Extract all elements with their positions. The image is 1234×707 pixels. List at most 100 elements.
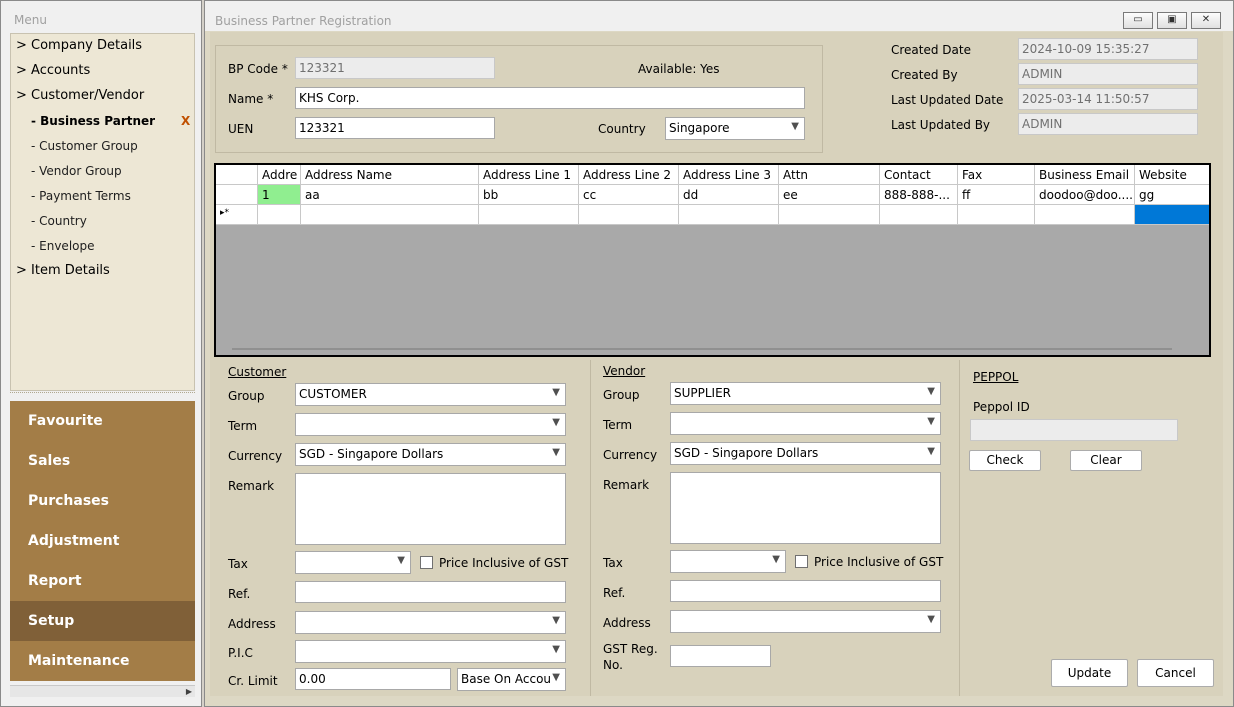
vendor-tax-select[interactable]: ▼: [670, 550, 786, 573]
menu-scrollbar[interactable]: ▶: [10, 685, 195, 697]
customer-term-select[interactable]: ▼: [295, 413, 566, 436]
tree-company-details[interactable]: > Company Details: [16, 38, 142, 53]
module-maintenance[interactable]: Maintenance: [10, 641, 195, 681]
new-cell[interactable]: [579, 205, 679, 225]
col-header-contact[interactable]: Contact: [880, 165, 958, 185]
new-row[interactable]: ▸*: [216, 205, 1209, 225]
col-header-address-line-3[interactable]: Address Line 3: [679, 165, 779, 185]
cell-address-no[interactable]: 1: [258, 185, 301, 205]
module-favourite[interactable]: Favourite: [10, 401, 195, 441]
customer-cr-limit-field[interactable]: 0.00: [295, 668, 451, 690]
col-header-address-name[interactable]: Address Name: [301, 165, 479, 185]
col-header-fax[interactable]: Fax: [958, 165, 1035, 185]
cell-attn[interactable]: ee: [779, 185, 880, 205]
new-cell[interactable]: [479, 205, 579, 225]
peppol-id-label: Peppol ID: [973, 400, 1030, 414]
new-cell[interactable]: [301, 205, 479, 225]
col-header-website[interactable]: Website: [1135, 165, 1209, 185]
vendor-group-select[interactable]: SUPPLIER ▼: [670, 382, 941, 405]
vendor-term-select[interactable]: ▼: [670, 412, 941, 435]
customer-group-value: CUSTOMER: [299, 387, 367, 401]
vendor-address-select[interactable]: ▼: [670, 610, 941, 633]
customer-cr-limit-basis-value: Base On Accou: [461, 672, 552, 686]
vendor-remark-textarea[interactable]: [670, 472, 941, 544]
module-adjustment[interactable]: Adjustment: [10, 521, 195, 561]
peppol-check-button[interactable]: Check: [969, 450, 1041, 471]
window-titlebar[interactable]: Business Partner Registration ▭ ▣ ✕: [205, 1, 1233, 31]
cell-contact[interactable]: 888-888-...: [880, 185, 958, 205]
vendor-ref-field[interactable]: [670, 580, 941, 602]
customer-cr-limit-basis-select[interactable]: Base On Accou ▼: [457, 668, 566, 691]
customer-cr-limit-label: Cr. Limit: [228, 674, 278, 688]
col-header-attn[interactable]: Attn: [779, 165, 880, 185]
bp-code-label: BP Code *: [228, 62, 288, 76]
table-row[interactable]: 1 aa bb cc dd ee 888-888-... ff doodoo@d…: [216, 185, 1209, 205]
maximize-button[interactable]: ▣: [1157, 12, 1187, 29]
cell-address-line-1[interactable]: bb: [479, 185, 579, 205]
customer-remark-textarea[interactable]: [295, 473, 566, 545]
minimize-button[interactable]: ▭: [1123, 12, 1153, 29]
tree-vendor-group[interactable]: - Vendor Group: [31, 164, 122, 178]
tree-business-partner[interactable]: - Business Partner: [31, 114, 155, 128]
tree-envelope[interactable]: - Envelope: [31, 239, 95, 253]
cell-fax[interactable]: ff: [958, 185, 1035, 205]
peppol-clear-button[interactable]: Clear: [1070, 450, 1142, 471]
bp-code-field[interactable]: 123321: [295, 57, 495, 79]
new-cell[interactable]: [679, 205, 779, 225]
name-field[interactable]: KHS Corp.: [295, 87, 805, 109]
menu-splitter[interactable]: [10, 392, 195, 398]
customer-group-select[interactable]: CUSTOMER ▼: [295, 383, 566, 406]
cell-address-name[interactable]: aa: [301, 185, 479, 205]
peppol-id-field[interactable]: [970, 419, 1178, 441]
cell-address-line-3[interactable]: dd: [679, 185, 779, 205]
close-button[interactable]: ✕: [1191, 12, 1221, 29]
address-grid[interactable]: Addre Address Name Address Line 1 Addres…: [214, 163, 1211, 357]
cell-address-line-2[interactable]: cc: [579, 185, 679, 205]
available-status: Available: Yes: [638, 62, 720, 76]
new-cell[interactable]: [258, 205, 301, 225]
last-updated-date-label: Last Updated Date: [891, 93, 1004, 107]
update-button[interactable]: Update: [1051, 659, 1128, 687]
module-purchases[interactable]: Purchases: [10, 481, 195, 521]
created-by-label: Created By: [891, 68, 958, 82]
cancel-button[interactable]: Cancel: [1137, 659, 1214, 687]
tree-country[interactable]: - Country: [31, 214, 87, 228]
selected-cell[interactable]: [1135, 205, 1209, 225]
cell-website[interactable]: gg: [1135, 185, 1209, 205]
new-cell[interactable]: [958, 205, 1035, 225]
customer-ref-field[interactable]: [295, 581, 566, 603]
row-header[interactable]: [216, 185, 258, 205]
customer-pic-select[interactable]: ▼: [295, 640, 566, 663]
tree-customer-vendor[interactable]: > Customer/Vendor: [16, 88, 144, 103]
uen-field[interactable]: 123321: [295, 117, 495, 139]
close-tab-icon[interactable]: X: [181, 114, 190, 128]
tree-item-details[interactable]: > Item Details: [16, 263, 110, 278]
customer-term-label: Term: [228, 419, 258, 433]
chevron-down-icon: ▼: [772, 554, 780, 565]
module-sales[interactable]: Sales: [10, 441, 195, 481]
customer-price-inclusive-checkbox[interactable]: [420, 556, 433, 569]
scroll-right-icon[interactable]: ▶: [186, 687, 192, 696]
customer-currency-select[interactable]: SGD - Singapore Dollars ▼: [295, 443, 566, 466]
country-select[interactable]: Singapore ▼: [665, 117, 805, 140]
customer-tax-select[interactable]: ▼: [295, 551, 411, 574]
tree-accounts[interactable]: > Accounts: [16, 63, 90, 78]
new-cell[interactable]: [880, 205, 958, 225]
customer-address-select[interactable]: ▼: [295, 611, 566, 634]
module-report[interactable]: Report: [10, 561, 195, 601]
module-setup[interactable]: Setup: [10, 601, 195, 641]
new-cell[interactable]: [1035, 205, 1135, 225]
chevron-down-icon: ▼: [791, 121, 799, 132]
col-header-address-no[interactable]: Addre: [258, 165, 301, 185]
vendor-price-inclusive-checkbox[interactable]: [795, 555, 808, 568]
col-header-address-line-1[interactable]: Address Line 1: [479, 165, 579, 185]
grid-horizontal-scrollbar[interactable]: [232, 348, 1172, 350]
vendor-gst-reg-field[interactable]: [670, 645, 771, 667]
col-header-address-line-2[interactable]: Address Line 2: [579, 165, 679, 185]
col-header-business-email[interactable]: Business Email: [1035, 165, 1135, 185]
cell-business-email[interactable]: doodoo@doo....: [1035, 185, 1135, 205]
vendor-currency-select[interactable]: SGD - Singapore Dollars ▼: [670, 442, 941, 465]
new-cell[interactable]: [779, 205, 880, 225]
tree-payment-terms[interactable]: - Payment Terms: [31, 189, 131, 203]
tree-customer-group[interactable]: - Customer Group: [31, 139, 138, 153]
